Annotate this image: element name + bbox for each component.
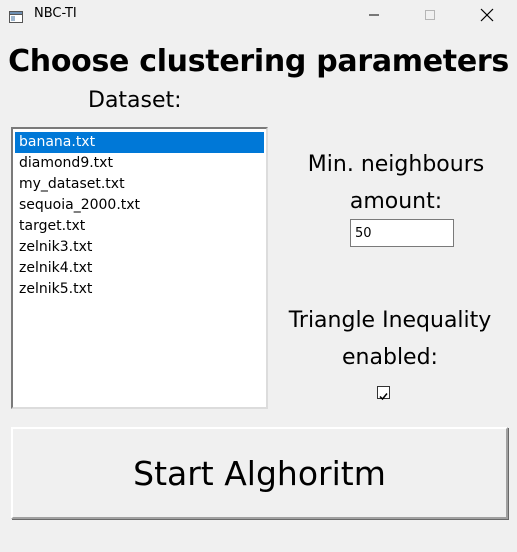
triangle-inequality-label: Triangle Inequality enabled: <box>270 302 510 376</box>
list-item[interactable]: my_dataset.txt <box>15 174 264 195</box>
list-item[interactable]: zelnik4.txt <box>15 258 264 279</box>
page-title: Choose clustering parameters <box>8 44 509 79</box>
start-algorithm-button[interactable]: Start Alghoritm <box>11 427 508 519</box>
list-item[interactable]: diamond9.txt <box>15 153 264 174</box>
dataset-label: Dataset: <box>88 88 182 113</box>
min-neighbours-label: Min. neighbours amount: <box>282 146 510 220</box>
minimize-button[interactable] <box>351 0 397 30</box>
close-button[interactable] <box>464 0 510 30</box>
triangle-inequality-checkbox[interactable] <box>377 386 390 401</box>
minimize-icon <box>369 14 379 16</box>
window-title: NBC-TI <box>34 6 77 21</box>
list-item[interactable]: target.txt <box>15 216 264 237</box>
close-icon <box>480 8 494 22</box>
min-neighbours-label-line1: Min. neighbours <box>307 152 485 177</box>
min-neighbours-label-line2: amount: <box>349 189 443 214</box>
triangle-inequality-label-line2: enabled: <box>342 345 438 370</box>
maximize-icon <box>425 10 435 20</box>
list-item[interactable]: sequoia_2000.txt <box>15 195 264 216</box>
app-window-icon <box>9 8 23 23</box>
list-item[interactable]: zelnik5.txt <box>15 279 264 300</box>
dataset-listbox[interactable]: banana.txt diamond9.txt my_dataset.txt s… <box>11 127 268 409</box>
triangle-inequality-label-line1: Triangle Inequality <box>288 308 492 333</box>
title-bar[interactable]: NBC-TI <box>0 0 517 30</box>
list-item-selected[interactable]: banana.txt <box>15 132 264 153</box>
list-item[interactable]: zelnik3.txt <box>15 237 264 258</box>
min-neighbours-input[interactable] <box>350 219 454 247</box>
maximize-button[interactable] <box>407 0 453 30</box>
checkmark-icon <box>379 393 388 401</box>
